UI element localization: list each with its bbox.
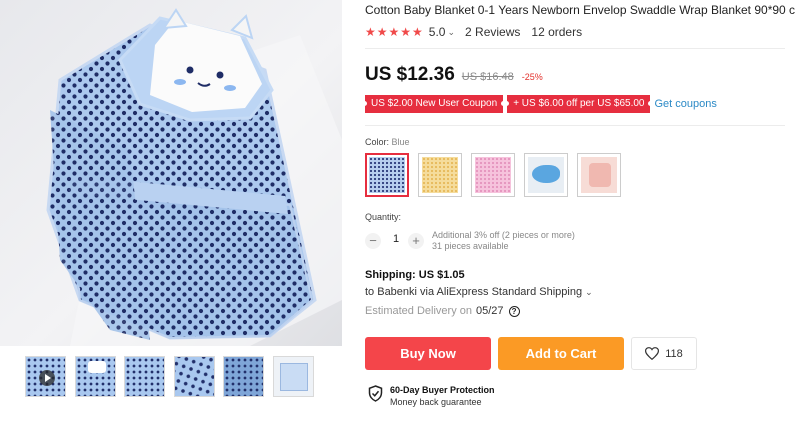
buyer-protection: 60-Day Buyer Protection Money back guara…	[368, 385, 495, 408]
protection-text: 60-Day Buyer Protection Money back guara…	[390, 385, 495, 408]
shipping-cost: Shipping: US $1.05	[365, 269, 465, 281]
thumbnail-5[interactable]	[223, 356, 264, 397]
current-price: US $12.36	[365, 64, 455, 85]
wishlist-button[interactable]: 118	[631, 337, 697, 370]
original-price: US $16.48	[461, 71, 514, 83]
shield-check-icon	[368, 385, 383, 402]
swatch-blue-shark[interactable]	[524, 153, 568, 197]
thumbnail-image	[224, 357, 263, 396]
stock-available: 31 pieces available	[432, 241, 509, 251]
delivery-label: Estimated Delivery on	[365, 305, 472, 317]
swatch-image	[369, 157, 405, 193]
quantity-plus-button[interactable]: +	[408, 233, 424, 249]
thumbnail-3[interactable]	[124, 356, 165, 397]
new-user-coupon[interactable]: US $2.00 New User Coupon	[361, 95, 507, 113]
swatch-pink-print[interactable]	[577, 153, 621, 197]
thumbnail-image	[125, 357, 164, 396]
swatch-yellow[interactable]	[418, 153, 462, 197]
swatch-image	[581, 157, 617, 193]
thumbnail-4[interactable]	[174, 356, 215, 397]
wishlist-count: 118	[665, 347, 683, 360]
play-icon	[39, 370, 55, 386]
chevron-down-icon: ⌄	[585, 287, 593, 297]
thumbnail-image	[280, 363, 308, 391]
quantity-input[interactable]: 1	[385, 233, 407, 245]
swatch-image	[528, 157, 564, 193]
blanket-illustration	[46, 8, 342, 346]
rating-value[interactable]: 5.0	[429, 25, 446, 39]
discount-badge: -25%	[521, 72, 543, 82]
thumbnail-image	[175, 357, 214, 396]
rating-row: ★★★★★ 5.0 ⌄ 2 Reviews 12 orders	[365, 24, 582, 40]
delivery-date: 05/27	[476, 305, 504, 317]
chevron-down-icon[interactable]: ⌄	[447, 27, 455, 38]
shipping-method-text: to Babenki via AliExpress Standard Shipp…	[365, 286, 583, 298]
thumbnail-6[interactable]	[273, 356, 314, 397]
swatch-image	[422, 157, 458, 193]
hood-face-detail	[88, 361, 106, 373]
swatch-image	[475, 157, 511, 193]
main-product-image[interactable]	[0, 0, 342, 346]
buy-now-button[interactable]: Buy Now	[365, 337, 491, 370]
protection-subtitle: Money back guarantee	[390, 397, 482, 407]
print-shape	[589, 163, 611, 187]
divider	[365, 48, 785, 49]
quantity-minus-button[interactable]: −	[365, 233, 381, 249]
quantity-note: Additional 3% off (2 pieces or more) 31 …	[432, 230, 575, 252]
estimated-delivery: Estimated Delivery on 05/27 ?	[365, 305, 520, 317]
thumbnail-video[interactable]	[25, 356, 66, 397]
thumbnail-strip	[25, 356, 325, 400]
thumbnail-2[interactable]	[75, 356, 116, 397]
color-value: Blue	[391, 137, 410, 147]
color-label: Color: Blue	[365, 137, 410, 147]
store-coupon[interactable]: + US $6.00 off per US $65.00	[504, 95, 654, 113]
color-label-text: Color:	[365, 137, 390, 147]
price-row: US $12.36 US $16.48 -25%	[365, 64, 543, 88]
get-coupons-link[interactable]: Get coupons	[654, 98, 716, 110]
quantity-label: Quantity:	[365, 212, 402, 222]
product-title: Cotton Baby Blanket 0-1 Years Newborn En…	[365, 3, 795, 17]
shark-shape	[532, 165, 560, 183]
add-to-cart-button[interactable]: Add to Cart	[498, 337, 624, 370]
help-icon[interactable]: ?	[508, 305, 520, 317]
coupon-row: US $2.00 New User Coupon + US $6.00 off …	[361, 95, 717, 113]
protection-title: 60-Day Buyer Protection	[390, 385, 495, 395]
bulk-discount-note: Additional 3% off (2 pieces or more)	[432, 230, 575, 240]
shipping-method[interactable]: to Babenki via AliExpress Standard Shipp…	[365, 286, 593, 298]
heart-icon	[645, 347, 660, 360]
star-rating-icon: ★★★★★	[365, 25, 424, 39]
swatch-blue[interactable]	[365, 153, 409, 197]
swatch-pink[interactable]	[471, 153, 515, 197]
divider	[365, 125, 785, 126]
reviews-count[interactable]: 2 Reviews	[465, 25, 520, 39]
orders-count: 12 orders	[531, 25, 583, 39]
